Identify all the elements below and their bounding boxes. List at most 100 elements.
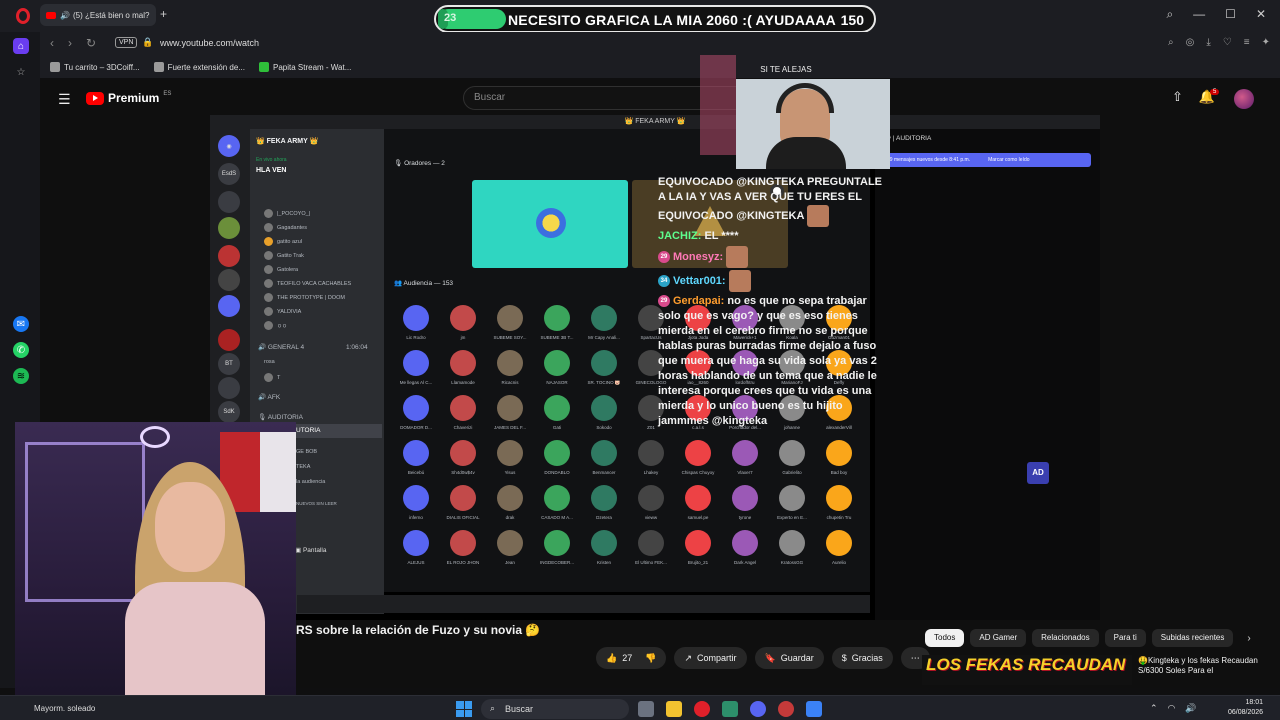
audience-member[interactable]: samuel.pe [674,485,722,531]
audience-member[interactable]: Gati [533,395,581,441]
speaker-tile[interactable] [472,180,628,268]
audience-member[interactable]: EL ROJO JHON [439,530,487,576]
chip-recent[interactable]: Subidas recientes [1151,629,1234,647]
new-tab-button[interactable]: + [160,7,167,21]
voice-member[interactable]: YALDIVIA [264,307,301,316]
camera-icon[interactable]: ◎ [1186,37,1195,48]
audience-member[interactable]: Me llegas Al C... [392,350,440,396]
video-player[interactable]: 👑 FEKA ARMY 👑 ◉ EsdS BT SdK 👑 FEKA ARMY … [210,115,1100,620]
voice-member[interactable]: rosa [264,359,275,365]
zoom-icon[interactable]: ⌕ [1168,37,1174,48]
audience-member[interactable]: DOMADOR D... [392,395,440,441]
star-icon[interactable]: ☆ [13,64,29,80]
chip-ad-gamer[interactable]: AD Gamer [970,629,1027,647]
ai-icon[interactable]: ✦ [1262,37,1270,48]
voice-channel-afk[interactable]: 🔊 AFK [258,393,280,401]
voice-member[interactable]: gatito azul [264,237,302,246]
audience-member[interactable]: Beicebú [392,440,440,486]
audience-member[interactable]: jm [439,305,487,351]
server-icon[interactable]: EsdS [218,163,240,185]
stage-channel-auditoria[interactable]: 🎙 AUDITORIA [258,413,303,421]
voice-member[interactable]: TEOFILO VACA CACHABLES [264,279,351,288]
chip-for-you[interactable]: Para ti [1104,629,1146,647]
recommended-video-thumbnail[interactable]: LOS FEKAS RECAUDAN [922,655,1132,685]
share-button[interactable]: ↗ Compartir [674,647,747,669]
audience-member[interactable]: Bad boy [815,440,863,486]
audience-member[interactable]: Lhakey [627,440,675,486]
app-icon[interactable] [722,701,738,717]
youtube-logo[interactable]: Premium ES [86,91,171,105]
audience-member[interactable]: KratossGG [768,530,816,576]
whatsapp-icon[interactable]: ✆ [13,342,29,358]
audience-member[interactable]: SR. TOCINO 🐷 [580,350,628,396]
audience-member[interactable]: Dzetera [580,485,628,531]
server-icon[interactable] [218,295,240,317]
audience-member[interactable]: Lic Rodro [392,305,440,351]
audience-member[interactable]: El Ultimo FEK... [627,530,675,576]
close-icon[interactable]: ✕ [1256,7,1266,22]
file-explorer-icon[interactable] [666,701,682,717]
audience-member[interactable]: Brujito_21 [674,530,722,576]
server-icon[interactable] [218,329,240,351]
back-icon[interactable]: ‹ [50,36,54,50]
audience-member[interactable]: NAJASOR [533,350,581,396]
thanks-button[interactable]: $ Gracias [831,647,893,669]
audience-member[interactable]: Experto en E... [768,485,816,531]
selected-channel[interactable]: UTORIA [290,424,382,438]
audience-member[interactable]: Jean [486,530,534,576]
messenger-icon[interactable]: ✉ [13,316,29,332]
clock[interactable]: 18:01 06/08/2026 [1228,698,1263,718]
home-icon[interactable]: ⌂ [13,38,29,54]
app-icon[interactable] [778,701,794,717]
download-icon[interactable]: ⤓ [1206,37,1210,48]
server-name[interactable]: 👑 FEKA ARMY 👑 [256,137,318,145]
audience-member[interactable]: Llamamode [439,350,487,396]
audience-member[interactable]: Mr Capy Anali... [580,305,628,351]
forward-icon[interactable]: › [68,36,72,50]
search-tabs-icon[interactable]: ⌕ [1166,7,1173,22]
opera-icon[interactable] [694,701,710,717]
settings-icon[interactable] [806,701,822,717]
voice-member[interactable]: ㅇㅇ [264,321,287,330]
audience-member[interactable]: Yisus [486,440,534,486]
menu-icon[interactable]: ≡ [1244,37,1250,48]
server-icon[interactable]: BT [218,353,240,375]
audience-member[interactable]: Sokodo [580,395,628,441]
audience-member[interactable]: Chaverizi [439,395,487,441]
windows-start-icon[interactable] [456,701,472,717]
new-messages-banner[interactable]: 19 mensajes nuevos desde 8:41 p.m. Marcar… [881,153,1091,167]
minimize-icon[interactable]: — [1193,7,1205,22]
reload-icon[interactable]: ↻ [86,36,96,50]
audience-member[interactable]: DIALIS OFICIAL [439,485,487,531]
audience-member[interactable]: Sh4d0w$4v [439,440,487,486]
server-icon[interactable] [218,377,240,399]
channel-row[interactable]: la audiencia [296,479,325,485]
audience-member[interactable]: vieww [627,485,675,531]
hamburger-menu-icon[interactable]: ☰ [58,91,71,108]
audience-member[interactable]: ALEJUS [392,530,440,576]
speaker-icon[interactable]: 🔊 [60,11,70,20]
voice-member[interactable]: THE PROTOTYPE | DOOM [264,293,345,302]
voice-member[interactable]: Gatito Trak [264,251,304,260]
voice-member[interactable]: T [264,373,280,382]
bookmark-item[interactable]: Fuerte extensión de... [153,62,245,72]
vpn-badge[interactable]: VPN [115,37,138,48]
server-icon[interactable]: SdK [218,401,240,423]
audience-member[interactable]: Dark Angel [721,530,769,576]
taskbar-search[interactable]: Buscar [481,699,629,719]
audience-member[interactable]: JAMES DEL F... [486,395,534,441]
maximize-icon[interactable]: ☐ [1225,7,1236,22]
audience-member[interactable]: CASADO M A... [533,485,581,531]
audience-member[interactable]: SUBEME 3B T... [533,305,581,351]
channel-row[interactable]: GE BOB [296,449,317,455]
audience-member[interactable]: drak [486,485,534,531]
spotify-icon[interactable]: ≋ [13,368,29,384]
audience-member[interactable]: Benmancer [580,440,628,486]
chip-all[interactable]: Todos [925,629,965,647]
bookmark-item[interactable]: Tu carrito – 3DCoiff... [50,62,140,72]
browser-tab-active[interactable]: 🔊 (5) ¿Está bien o mal? [40,4,156,26]
opera-logo-icon[interactable] [16,8,30,24]
audience-member[interactable]: Kristen [580,530,628,576]
discord-home-icon[interactable]: ◉ [218,135,240,157]
chevron-up-icon[interactable]: ⌃ [1150,703,1158,714]
